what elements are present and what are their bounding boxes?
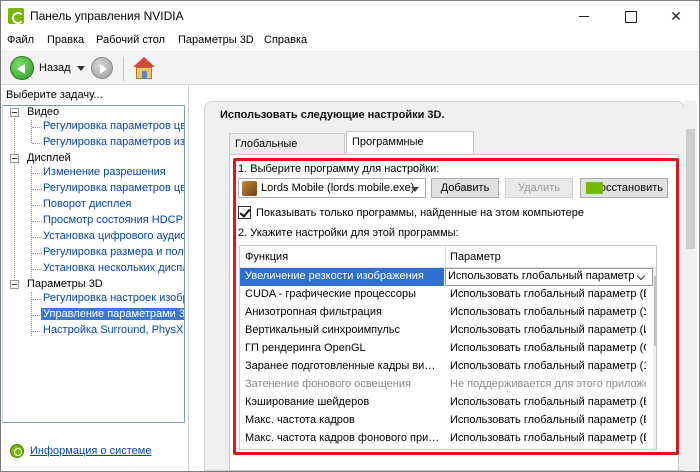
close-button[interactable]: ✕ (653, 1, 699, 31)
column-header-function[interactable]: Функция (245, 251, 288, 263)
tree-item-desktop-size[interactable]: Регулировка размера и положе (43, 246, 184, 258)
collapse-3d-icon[interactable] (10, 280, 19, 289)
back-history-dropdown-icon[interactable] (77, 66, 85, 71)
settings-table: Функция Параметр Увеличение резкости изо… (239, 245, 657, 450)
table-row[interactable]: Увеличение резкости изображения Использо… (240, 268, 656, 286)
row-function: Вертикальный синхроимпульс (245, 324, 401, 336)
row-function: Затенение фонового освещения (245, 378, 411, 390)
tree-category-video[interactable]: Видео (27, 106, 59, 118)
program-select[interactable]: Lords Mobile (lords mobile.exe) (238, 178, 426, 198)
restore-button-label: Восстановить (592, 182, 663, 194)
tree-item-video-color[interactable]: Регулировка параметров цвет (43, 120, 184, 132)
page-heading: Использовать следующие настройки 3D. (220, 109, 445, 121)
tree-item-hdcp-status[interactable]: Просмотр состояния HDCP (43, 214, 183, 226)
task-sidebar: Выберите задачу... Видео Регулировка пар… (1, 85, 189, 471)
nvidia-control-panel-window: Панель управления NVIDIA ✕ Файл Правка Р… (0, 0, 700, 472)
tree-item-surround-physx[interactable]: Настройка Surround, PhysX (43, 324, 183, 336)
row-function: Анизотропная фильтрация (245, 306, 382, 318)
select-program-label: 1. Выберите программу для настройки: (238, 163, 440, 175)
table-row[interactable]: Вертикальный синхроимпульс Использовать … (240, 322, 656, 340)
tree-item-manage-3d-settings[interactable]: Управление параметрами 3D (41, 308, 184, 320)
menu-desktop[interactable]: Рабочий стол (96, 34, 165, 46)
delete-button[interactable]: Удалить (505, 178, 573, 198)
table-header: Функция Параметр (240, 246, 656, 268)
row-function: Увеличение резкости изображения (245, 270, 424, 282)
tree-category-3d-settings[interactable]: Параметры 3D (27, 278, 103, 290)
row-parameter: Не поддерживается для этого приложе... (450, 378, 646, 390)
menu-bar: Файл Правка Рабочий стол Параметры 3D Сп… (1, 31, 699, 51)
row-parameter: Использовать глобальный параметр (Вы (448, 270, 634, 282)
task-tree: Видео Регулировка параметров цвет Регули… (2, 105, 185, 423)
menu-edit[interactable]: Правка (47, 34, 84, 46)
table-row[interactable]: Анизотропная фильтрация Использовать гло… (240, 304, 656, 322)
collapse-display-icon[interactable] (10, 154, 19, 163)
system-info-link[interactable]: Информация о системе (30, 445, 151, 457)
menu-help[interactable]: Справка (264, 34, 307, 46)
title-bar: Панель управления NVIDIA ✕ (1, 1, 699, 31)
row-function: CUDA - графические процессоры (245, 288, 417, 300)
tree-category-display[interactable]: Дисплей (27, 152, 71, 164)
program-settings-label: 2. Укажите настройки для этой программы: (238, 227, 459, 239)
menu-file[interactable]: Файл (7, 34, 34, 46)
table-row[interactable]: CUDA - графические процессоры Использова… (240, 286, 656, 304)
menu-3d-settings[interactable]: Параметры 3D (178, 34, 254, 46)
row-parameter: Использовать глобальный параметр (G... (450, 342, 646, 354)
table-row[interactable]: Макс. частота кадров фонового прило... И… (240, 430, 656, 448)
row-function: ГП рендеринга OpenGL (245, 342, 366, 354)
row-parameter: Использовать глобальный параметр (Все) (450, 288, 646, 300)
row-parameter: Использовать глобальный параметр (В... (450, 396, 646, 408)
tab-global-settings[interactable]: Глобальные параметры (229, 133, 345, 170)
row-parameter: Использовать глобальный параметр (В... (450, 432, 646, 444)
system-info-icon (10, 444, 24, 458)
restore-button[interactable]: Восстановить (580, 178, 668, 198)
column-header-parameter[interactable]: Параметр (450, 251, 501, 263)
table-scrollbar-thumb[interactable] (654, 276, 656, 346)
tree-item-digital-audio[interactable]: Установка цифрового аудио (43, 230, 184, 242)
tree-item-multiple-displays[interactable]: Установка нескольких дисплеев (43, 262, 184, 274)
minimize-button[interactable] (561, 1, 607, 31)
tree-item-display-color[interactable]: Регулировка параметров цвет (43, 182, 184, 194)
home-icon[interactable] (132, 57, 156, 79)
tree-item-image-settings[interactable]: Регулировка настроек изобра (43, 292, 184, 304)
maximize-button[interactable] (607, 1, 653, 31)
row-function: Заранее подготовленные кадры вирту... (245, 360, 441, 372)
nvidia-icon (586, 182, 603, 194)
program-icon (242, 181, 257, 196)
table-row[interactable]: Кэширование шейдеров Использовать глобал… (240, 394, 656, 412)
table-row[interactable]: Затенение фонового освещения Не поддержи… (240, 376, 656, 394)
nvidia-app-icon (8, 8, 24, 24)
row-parameter: Использовать глобальный параметр (В... (450, 414, 646, 426)
tree-item-rotate-display[interactable]: Поворот дисплея (43, 198, 131, 210)
sidebar-title: Выберите задачу... (6, 89, 103, 101)
table-row[interactable]: Макс. частота кадров Использовать глобал… (240, 412, 656, 430)
window-title: Панель управления NVIDIA (30, 9, 184, 23)
show-only-found-checkbox[interactable] (238, 206, 251, 219)
back-button-label[interactable]: Назад (39, 62, 71, 74)
tree-item-change-resolution[interactable]: Изменение разрешения (43, 166, 166, 178)
row-parameter: Использовать глобальный параметр (У... (450, 306, 646, 318)
tree-item-video-image[interactable]: Регулировка параметров изоб (43, 136, 184, 148)
row-function: Кэширование шейдеров (245, 396, 370, 408)
row-function: Макс. частота кадров фонового прило... (245, 432, 441, 444)
show-only-found-label[interactable]: Показывать только программы, найденные н… (256, 207, 584, 219)
forward-arrow-icon[interactable] (91, 57, 113, 79)
back-arrow-icon[interactable] (10, 56, 34, 80)
chevron-down-icon (411, 187, 419, 192)
collapse-video-icon[interactable] (10, 108, 19, 117)
toolbar-separator (123, 57, 124, 81)
row-function: Макс. частота кадров (245, 414, 355, 426)
table-row[interactable]: Заранее подготовленные кадры вирту... Ис… (240, 358, 656, 376)
program-select-value: Lords Mobile (lords mobile.exe) (261, 182, 415, 194)
table-row[interactable]: ГП рендеринга OpenGL Использовать глобал… (240, 340, 656, 358)
pane-scrollbar-thumb[interactable] (686, 129, 695, 249)
add-button[interactable]: Добавить (431, 178, 499, 198)
row-parameter: Использовать глобальный параметр (И... (450, 324, 646, 336)
row-parameter: Использовать глобальный параметр (1) (450, 360, 646, 372)
tab-program-settings[interactable]: Программные настройки (346, 131, 474, 168)
main-content: Использовать следующие настройки 3D. Гло… (190, 85, 699, 471)
toolbar: Назад (1, 51, 699, 85)
